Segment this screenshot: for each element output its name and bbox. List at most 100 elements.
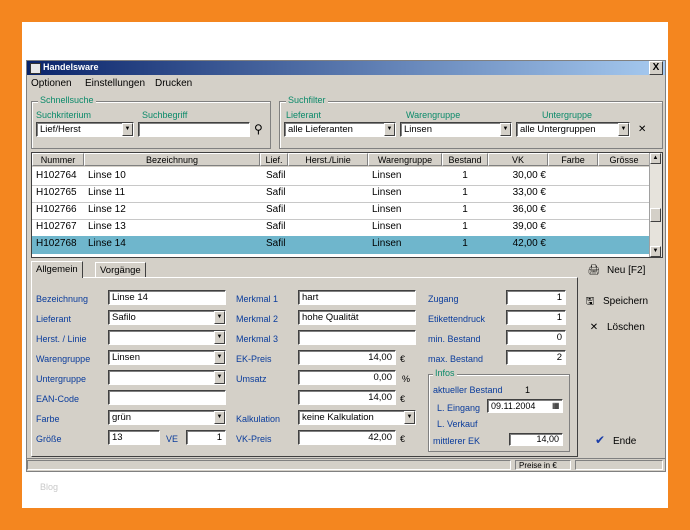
label-max: max. Bestand [428,354,484,364]
table-cell: 1 [462,170,468,181]
chevron-down-icon[interactable]: ▼ [500,123,511,136]
chevron-down-icon[interactable]: ▼ [618,123,629,136]
vk-field[interactable]: 42,00 [298,430,396,445]
min-field[interactable]: 0 [506,330,566,345]
col-header[interactable]: Nummer [32,153,84,166]
merkmal1-field[interactable]: hart [298,290,416,305]
chevron-down-icon[interactable]: ▼ [404,411,415,424]
zugang-field[interactable]: 1 [506,290,566,305]
label-herst: Herst. / Linie [36,334,87,344]
article-table: Nummer Bezeichnung Lief. Herst./Linie Wa… [31,152,663,258]
label-kalkulation: Kalkulation [236,414,281,424]
table-cell: 30,00 € [512,170,546,181]
herst-select[interactable] [108,330,226,345]
chevron-down-icon[interactable]: ▼ [122,123,133,136]
app-window: Handelsware X Optionen Einstellungen Dru… [26,60,666,472]
untergruppe-select[interactable] [108,370,226,385]
aufschlag-field[interactable]: 0,00 [298,370,396,385]
menu-einstellungen[interactable]: Einstellungen [85,78,145,89]
merkmal2-field[interactable]: hohe Qualität [298,310,416,325]
bezeichnung-field[interactable]: Linse 14 [108,290,226,305]
end-button[interactable]: ✔ Ende [593,433,636,447]
group-select[interactable]: Linsen [400,122,512,137]
info-legend: Infos [433,368,457,378]
delete-button[interactable]: ✕ Löschen [587,322,645,333]
table-cell: 33,00 € [512,187,546,198]
new-button[interactable]: 🖨 Neu [F2] [587,265,646,276]
save-icon: 🖫 [585,296,595,307]
status-bar: Preise in € [27,458,665,471]
chevron-down-icon[interactable]: ▼ [214,371,225,384]
vk-unit: € [400,434,406,444]
col-header[interactable]: Lief. [260,153,288,166]
close-button[interactable]: X [649,61,663,75]
col-header[interactable]: Warengruppe [368,153,442,166]
clear-filter-icon[interactable]: ✕ [638,124,646,135]
ve-field[interactable]: 1 [186,430,226,445]
chevron-down-icon[interactable]: ▼ [214,331,225,344]
subgroup-select[interactable]: alle Untergruppen [516,122,630,137]
search-group: Schnellsuche Suchkriterium Suchbegriff L… [31,95,271,149]
table-cell: Linse 10 [88,170,126,181]
lieferant-select[interactable]: Safilo [108,310,226,325]
scroll-thumb[interactable] [650,208,661,222]
kalkulation-select[interactable]: keine Kalkulation [298,410,416,425]
table-row[interactable]: H102764 Linse 10 Safil Linsen 1 30,00 € [32,168,650,186]
table-scrollbar[interactable]: ▲ ▼ [649,153,662,257]
tab-allgemein[interactable]: Allgemein [31,261,83,278]
col-header[interactable]: Grösse [598,153,650,166]
filter-group-legend: Suchfilter [286,95,328,105]
app-icon [30,63,41,74]
col-header[interactable]: Bestand [442,153,488,166]
col-header[interactable]: Herst./Linie [288,153,368,166]
table-row[interactable]: H102768 Linse 14 Safil Linsen 1 42,00 € [32,236,650,254]
label-vk: VK-Preis [236,434,272,444]
ek-calc-field[interactable]: 14,00 [298,390,396,405]
calendar-icon[interactable]: ▦ [552,401,560,410]
col-header[interactable]: Bezeichnung [84,153,260,166]
scroll-down-icon[interactable]: ▼ [650,246,661,257]
chevron-down-icon[interactable]: ▼ [214,311,225,324]
ek-field[interactable]: 14,00 [298,350,396,365]
status-price: Preise in € [515,460,571,470]
table-cell: 36,00 € [512,204,546,215]
save-button[interactable]: 🖫 Speichern [583,294,648,311]
label-verkauf: L. Verkauf [437,419,478,429]
aufschlag-unit: % [402,374,411,384]
menu-optionen[interactable]: Optionen [31,78,72,89]
table-row[interactable]: H102765 Linse 11 Safil Linsen 1 33,00 € [32,185,650,203]
label-bezeichnung: Bezeichnung [36,294,89,304]
farbe-select[interactable]: grün [108,410,226,425]
col-header[interactable]: VK [488,153,548,166]
scroll-up-icon[interactable]: ▲ [650,153,661,164]
col-header[interactable]: Farbe [548,153,598,166]
merkmal3-field[interactable] [298,330,416,345]
etiketten-field[interactable]: 1 [506,310,566,325]
table-row[interactable]: H102767 Linse 13 Safil Linsen 1 39,00 € [32,219,650,237]
table-cell: 1 [462,187,468,198]
supplier-select[interactable]: alle Lieferanten [284,122,396,137]
search-field-select[interactable]: Lief/Herst [36,122,134,137]
end-button-label: Ende [613,436,637,447]
chevron-down-icon[interactable]: ▼ [214,411,225,424]
table-cell: Safil [266,221,286,232]
ean-field[interactable] [108,390,226,405]
table-cell: 1 [462,204,468,215]
new-button-label: Neu [F2] [607,265,646,276]
table-cell: Safil [266,170,286,181]
table-row[interactable]: H102766 Linse 12 Safil Linsen 1 36,00 € [32,202,650,220]
groesse-field[interactable]: 13 [108,430,160,445]
max-field[interactable]: 2 [506,350,566,365]
filter-group: Suchfilter Lieferant Warengruppe Untergr… [279,95,663,149]
search-icon[interactable]: ⚲ [254,122,263,136]
status-panel [27,460,511,470]
search-term-input[interactable] [138,122,250,137]
table-cell: Safil [266,238,286,249]
warengruppe-select[interactable]: Linsen [108,350,226,365]
tab-vorgaenge[interactable]: Vorgänge [95,262,146,278]
chevron-down-icon[interactable]: ▼ [384,123,395,136]
table-cell: Linsen [372,221,402,232]
chevron-down-icon[interactable]: ▼ [214,351,225,364]
menu-drucken[interactable]: Drucken [155,78,192,89]
supplier-label: Lieferant [286,110,322,120]
